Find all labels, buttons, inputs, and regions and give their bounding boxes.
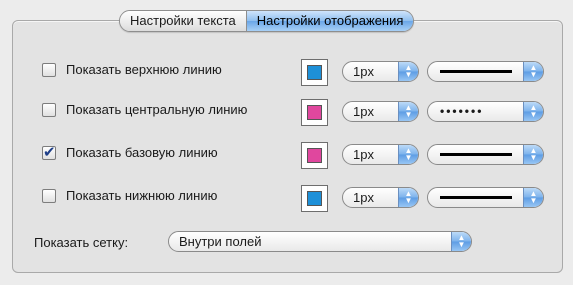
line-row-center: Показать центральную линию 1px ▲ ▼ ••••••… — [42, 99, 552, 126]
popup-arrows-icon: ▲ ▼ — [523, 62, 543, 81]
show-top-line-label: Показать верхнюю линию — [66, 62, 222, 77]
color-swatch — [307, 105, 322, 120]
show-top-line-checkbox[interactable] — [42, 63, 56, 77]
popup-arrows-icon: ▲ ▼ — [451, 232, 471, 251]
bottom-line-style-popup[interactable]: ▲ ▼ — [427, 187, 544, 208]
color-swatch — [307, 191, 322, 206]
base-line-style-popup[interactable]: ▲ ▼ — [427, 144, 544, 165]
line-row-top: Показать верхнюю линию 1px ▲ ▼ ▲ ▼ — [42, 59, 552, 86]
tab-text-settings[interactable]: Настройки текста — [120, 11, 247, 31]
center-line-color-well[interactable] — [301, 99, 328, 126]
show-center-line-label: Показать центральную линию — [66, 102, 248, 117]
popup-arrows-icon: ▲ ▼ — [523, 102, 543, 121]
show-grid-label: Показать сетку: — [34, 235, 129, 250]
grid-value: Внутри полей — [179, 234, 262, 249]
checkmark-icon: ✔ — [43, 144, 56, 161]
top-line-color-well[interactable] — [301, 59, 328, 86]
top-line-style-popup[interactable]: ▲ ▼ — [427, 61, 544, 82]
line-row-base: ✔ Показать базовую линию 1px ▲ ▼ ▲ ▼ — [42, 142, 552, 169]
bottom-line-size-popup[interactable]: 1px ▲ ▼ — [342, 187, 419, 208]
show-base-line-checkbox[interactable]: ✔ — [42, 144, 56, 161]
color-swatch — [307, 148, 322, 163]
dotted-line-icon: ••••••• — [440, 105, 484, 117]
color-swatch — [307, 65, 322, 80]
size-value: 1px — [353, 104, 374, 119]
popup-arrows-icon: ▲ ▼ — [523, 188, 543, 207]
popup-arrows-icon: ▲ ▼ — [523, 145, 543, 164]
size-value: 1px — [353, 64, 374, 79]
solid-line-icon — [440, 196, 512, 199]
popup-arrows-icon: ▲ ▼ — [398, 62, 418, 81]
popup-arrows-icon: ▲ ▼ — [398, 145, 418, 164]
popup-arrows-icon: ▲ ▼ — [398, 102, 418, 121]
line-row-bottom: Показать нижнюю линию 1px ▲ ▼ ▲ ▼ — [42, 185, 552, 212]
show-bottom-line-label: Показать нижнюю линию — [66, 188, 218, 203]
grid-row: Показать сетку: Внутри полей ▲ ▼ — [34, 231, 484, 255]
size-value: 1px — [353, 147, 374, 162]
base-line-color-well[interactable] — [301, 142, 328, 169]
center-line-size-popup[interactable]: 1px ▲ ▼ — [342, 101, 419, 122]
tab-display-settings[interactable]: Настройки отображения — [246, 11, 414, 31]
base-line-size-popup[interactable]: 1px ▲ ▼ — [342, 144, 419, 165]
show-bottom-line-checkbox[interactable] — [42, 189, 56, 203]
solid-line-icon — [440, 153, 512, 156]
show-grid-popup[interactable]: Внутри полей ▲ ▼ — [168, 231, 472, 252]
show-base-line-label: Показать базовую линию — [66, 145, 218, 160]
popup-arrows-icon: ▲ ▼ — [398, 188, 418, 207]
center-line-style-popup[interactable]: ••••••• ▲ ▼ — [427, 101, 544, 122]
tab-bar: Настройки текста Настройки отображения — [119, 10, 415, 32]
show-center-line-checkbox[interactable] — [42, 103, 56, 117]
top-line-size-popup[interactable]: 1px ▲ ▼ — [342, 61, 419, 82]
size-value: 1px — [353, 190, 374, 205]
bottom-line-color-well[interactable] — [301, 185, 328, 212]
solid-line-icon — [440, 70, 512, 73]
